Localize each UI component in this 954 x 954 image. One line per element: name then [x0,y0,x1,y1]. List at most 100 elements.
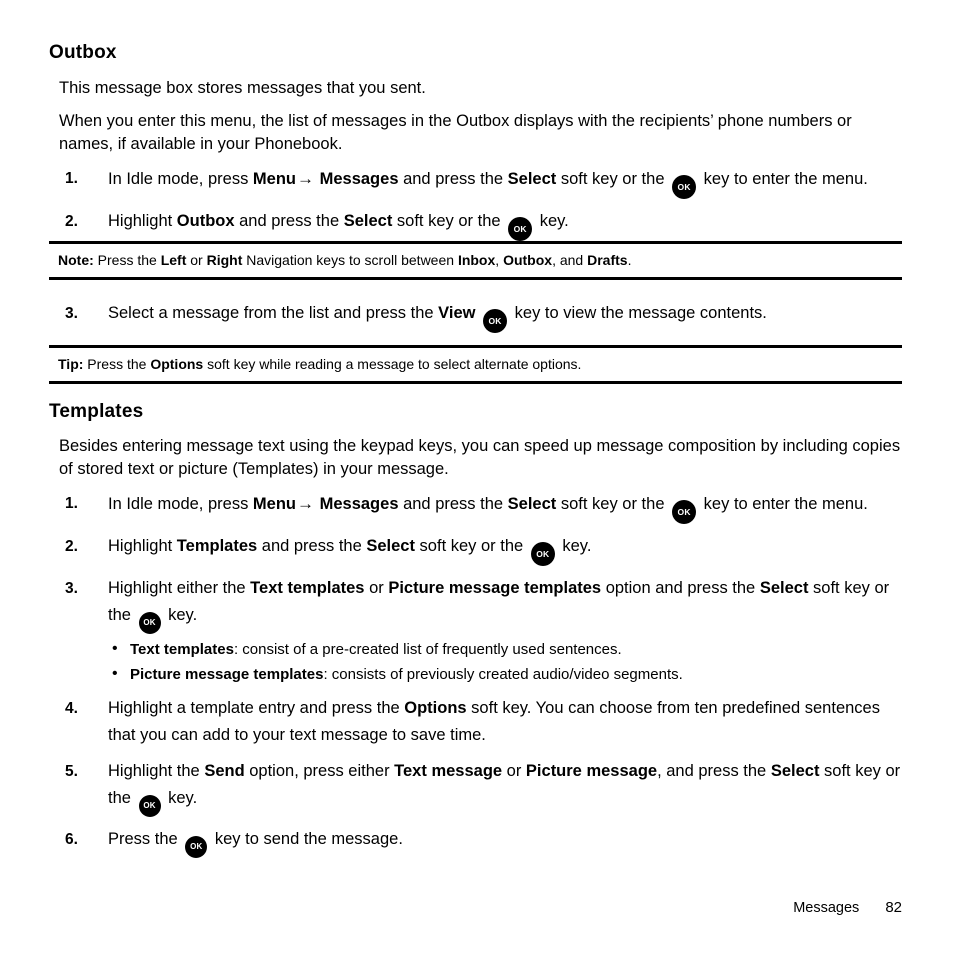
step-emphasis: Select [507,170,557,188]
step-emphasis: Picture message [525,762,658,780]
step-text-part: key to send the message. [210,830,403,848]
step-number: 1. [65,495,78,512]
tip-text-part: Press the [83,356,151,372]
step-text-part: In Idle mode, press [108,495,253,513]
step-emphasis: Text templates [250,579,365,597]
tip-rule-bottom [49,381,902,384]
note-text-part: or [186,252,207,268]
step-number: 4. [65,700,78,717]
step-text: Highlight Outbox and press the Select so… [108,212,569,241]
step-text-part: Highlight the [108,762,205,780]
step-text-part: key to enter the menu. [699,170,868,188]
note-text-part: . [627,252,632,268]
note-text-part: , and [552,252,588,268]
arrow-icon: → [297,169,315,188]
step-text-part: Highlight [108,212,177,230]
ok-key-icon: OK [508,217,533,241]
tip-rule-top [49,345,902,348]
templates-bullet-list: • Text templates: consist of a pre-creat… [108,638,909,686]
step-emphasis: Select [343,212,393,230]
note-emphasis: Right [206,252,243,268]
step-text-part: soft key or the [556,495,670,513]
step-text: Select a message from the list and press… [108,304,767,333]
bullet-term: Picture message templates [130,666,324,683]
bullet-description: : consists of previously created audio/v… [323,666,683,683]
note-label: Note: [58,252,94,268]
list-item: • Picture message templates: consists of… [108,663,909,686]
step-text: In Idle mode, press Menu→ Messages and p… [108,169,868,199]
step-text-part: or [502,762,526,780]
step-text: Highlight Templates and press the Select… [108,537,591,566]
step-emphasis: Text message [394,762,503,780]
ok-key-icon: OK [530,542,555,566]
ok-key-icon: OK [185,836,208,858]
section-heading-outbox: Outbox [49,42,117,63]
step-text-part: Highlight [108,537,177,555]
arrow-icon: → [297,494,315,513]
step-text-part: soft key or the [556,170,670,188]
step-text: Highlight either the Text templates or P… [108,579,889,634]
step-item: 2. Highlight Templates and press the Sel… [49,533,909,566]
note-text-part: Press the [93,252,161,268]
step-emphasis: Select [759,579,809,597]
ok-key-icon: OK [483,309,508,333]
step-text-part: key to enter the menu. [699,495,868,513]
ok-key-icon: OK [138,795,161,817]
step-text: Highlight the Send option, press either … [108,762,900,817]
step-text: Highlight a template entry and press the… [108,699,880,744]
tip-text: Tip: Press the Options soft key while re… [49,354,902,374]
step-number: 5. [65,763,78,780]
note-callout: Note: Press the Left or Right Navigation… [49,241,902,280]
step-text-part: and press the [257,537,367,555]
step-text-part: Highlight a template entry and press the [108,699,405,717]
step-emphasis: Menu [252,170,297,188]
step-text-part: , and press the [657,762,771,780]
step-emphasis: Picture message templates [388,579,602,597]
section-heading-templates: Templates [49,401,144,422]
step-number: 2. [65,213,78,230]
outbox-steps-list-continued: 3. Select a message from the list and pr… [49,300,909,342]
step-emphasis: Messages [319,495,399,513]
tip-emphasis: Options [150,356,204,372]
step-text-part: key. [163,789,198,807]
step-item: 6. Press the OK key to send the message. [49,826,909,858]
step-text-part: key. [163,606,198,624]
templates-paragraph-1: Besides entering message text using the … [59,437,901,478]
step-text-part: soft key or the [414,537,528,555]
step-text-part: and press the [398,170,508,188]
step-emphasis: Select [507,495,557,513]
step-emphasis: Options [404,699,467,717]
step-item: 3. Select a message from the list and pr… [49,300,909,333]
step-text-part: or [364,579,389,597]
note-rule-top [49,241,902,244]
step-emphasis: Outbox [176,212,235,230]
step-text-part: Select a message from the list and press… [108,304,439,322]
step-number: 6. [65,831,78,848]
note-rule-bottom [49,277,902,280]
step-text-part: Press the [108,830,183,848]
footer-page-number: 82 [885,899,902,916]
step-text-part: and press the [234,212,344,230]
step-text-part: key to view the message contents. [510,304,767,322]
tip-label: Tip: [58,356,84,372]
step-emphasis: Send [204,762,245,780]
bullet-icon: • [112,665,118,682]
step-text-part: key. [535,212,569,230]
step-item: 2. Highlight Outbox and press the Select… [49,208,909,241]
step-text-part: soft key or the [392,212,506,230]
bullet-description: : consist of a pre-created list of frequ… [233,641,622,658]
ok-key-icon: OK [138,612,161,634]
step-emphasis: Menu [252,495,297,513]
step-emphasis: View [438,304,476,322]
note-emphasis: Left [160,252,187,268]
step-item: 1. In Idle mode, press Menu→ Messages an… [49,165,909,199]
step-text: In Idle mode, press Menu→ Messages and p… [108,494,868,524]
step-emphasis: Templates [176,537,258,555]
outbox-paragraph-1: This message box stores messages that yo… [59,79,426,97]
step-item: 1. In Idle mode, press Menu→ Messages an… [49,490,909,524]
step-item: 4. Highlight a template entry and press … [49,695,909,749]
step-number: 3. [65,305,78,322]
ok-key-icon: OK [672,175,697,199]
outbox-steps-list: 1. In Idle mode, press Menu→ Messages an… [49,165,909,250]
footer-chapter: Messages [793,900,860,916]
